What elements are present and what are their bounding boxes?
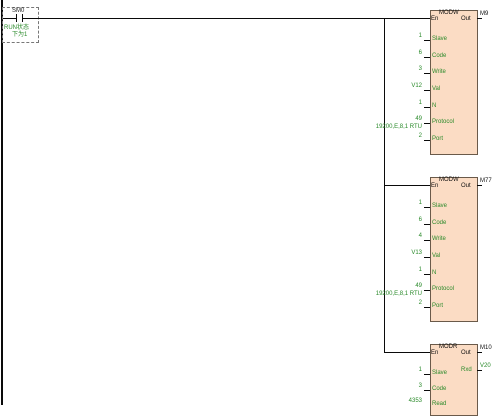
block-3-pin-value: 1 bbox=[418, 367, 422, 373]
contact-left-plate bbox=[16, 14, 17, 22]
block-1-pin-label: Write bbox=[432, 69, 446, 75]
contact-comment-line1: RUN状态 bbox=[4, 25, 29, 31]
block-1-protocol-note: 19200,E,8,1 RTU bbox=[375, 124, 422, 130]
block-2-pin-stub bbox=[424, 207, 430, 208]
block-1-pin-stub bbox=[424, 107, 430, 108]
block-2-pin-value: 49 bbox=[415, 283, 422, 289]
block-1-pin-label: Protocol bbox=[432, 119, 455, 125]
block-1-pin-stub bbox=[424, 73, 430, 74]
block-2-pin-stub bbox=[424, 307, 430, 308]
block-3-pin-label: Slave bbox=[432, 370, 448, 376]
block-3-pin-value: 4353 bbox=[408, 398, 422, 404]
block-1-pin-value: 1 bbox=[418, 33, 422, 39]
left-power-rail bbox=[1, 0, 3, 405]
block-1-pin-stub bbox=[424, 57, 430, 58]
branch-wire-2 bbox=[384, 185, 430, 186]
block-3-out: Out bbox=[461, 350, 471, 356]
block-1-out-wire bbox=[477, 18, 482, 19]
block-2-pin-value: 4 bbox=[418, 233, 422, 239]
block-3-coil: M10 bbox=[480, 345, 492, 351]
block-1-name: MODW bbox=[439, 10, 459, 16]
block-2-pin-value: 2 bbox=[418, 300, 422, 306]
block-1-pin-label: N bbox=[432, 103, 437, 109]
block-3-out-wire bbox=[477, 352, 482, 353]
block-2-protocol-note: 19200,E,8,1 RTU bbox=[375, 291, 422, 297]
branch-wire-3 bbox=[384, 352, 430, 353]
block-3-name: MODR bbox=[439, 344, 458, 350]
block-1-pin-label: Slave bbox=[432, 36, 448, 42]
block-2-pin-stub bbox=[424, 224, 430, 225]
main-rung-wire bbox=[23, 18, 430, 19]
block-3-rxd-label: Rxd bbox=[461, 367, 472, 373]
block-2-coil: M77 bbox=[480, 178, 492, 184]
block-1-pin-value: 1 bbox=[418, 100, 422, 106]
block-1-pin-stub bbox=[424, 40, 430, 41]
block-2-pin-label: Protocol bbox=[432, 286, 455, 292]
block-1-pin-label: Code bbox=[432, 53, 447, 59]
block-2-name: MODW bbox=[439, 177, 459, 183]
block-2-pin-stub bbox=[424, 290, 430, 291]
block-1-pin-value: 2 bbox=[418, 133, 422, 139]
block-2-pin-label: Val bbox=[432, 253, 441, 259]
block-1-pin-value: 49 bbox=[415, 116, 422, 122]
block-3-pin-label: Code bbox=[432, 386, 447, 392]
wire-to-contact bbox=[3, 18, 16, 19]
block-1-pin-stub bbox=[424, 123, 430, 124]
block-3-pin-stub bbox=[424, 390, 430, 391]
block-1-pin-value: V12 bbox=[411, 83, 422, 89]
block-2-pin-stub bbox=[424, 257, 430, 258]
block-2-pin-label: Write bbox=[432, 236, 446, 242]
block-1-pin-value: 3 bbox=[418, 66, 422, 72]
block-3-pin-stub bbox=[424, 374, 430, 375]
block-1-pin-label: Port bbox=[432, 136, 444, 142]
block-3-en: En bbox=[431, 350, 439, 356]
block-1-pin-label: Val bbox=[432, 86, 441, 92]
block-2-pin-value: V13 bbox=[411, 250, 422, 256]
contact-comment-line2: 下为1 bbox=[12, 32, 28, 38]
block-2-out: Out bbox=[461, 183, 471, 189]
block-2-pin-value: 1 bbox=[418, 200, 422, 206]
block-2-pin-value: 1 bbox=[418, 267, 422, 273]
block-2-pin-stub bbox=[424, 240, 430, 241]
block-2-pin-label: Code bbox=[432, 220, 447, 226]
block-1-pin-value: 6 bbox=[418, 50, 422, 56]
block-2-pin-stub bbox=[424, 274, 430, 275]
block-1-out: Out bbox=[461, 16, 471, 22]
block-1-pin-stub bbox=[424, 90, 430, 91]
block-2-out-wire bbox=[477, 185, 482, 186]
block-3-pin-label: Read bbox=[432, 401, 447, 407]
block-1-en: En bbox=[431, 16, 439, 22]
block-3-rxd-value: V20 bbox=[480, 363, 491, 369]
block-2-pin-label: N bbox=[432, 270, 437, 276]
block-2-pin-label: Slave bbox=[432, 203, 448, 209]
block-2-en: En bbox=[431, 183, 439, 189]
block-1-pin-stub bbox=[424, 140, 430, 141]
block-2-pin-value: 6 bbox=[418, 217, 422, 223]
block-3-pin-value: 3 bbox=[418, 383, 422, 389]
block-2-pin-label: Port bbox=[432, 303, 444, 309]
block-3-rxd-wire bbox=[477, 370, 482, 371]
block-1-coil: M9 bbox=[480, 11, 489, 17]
